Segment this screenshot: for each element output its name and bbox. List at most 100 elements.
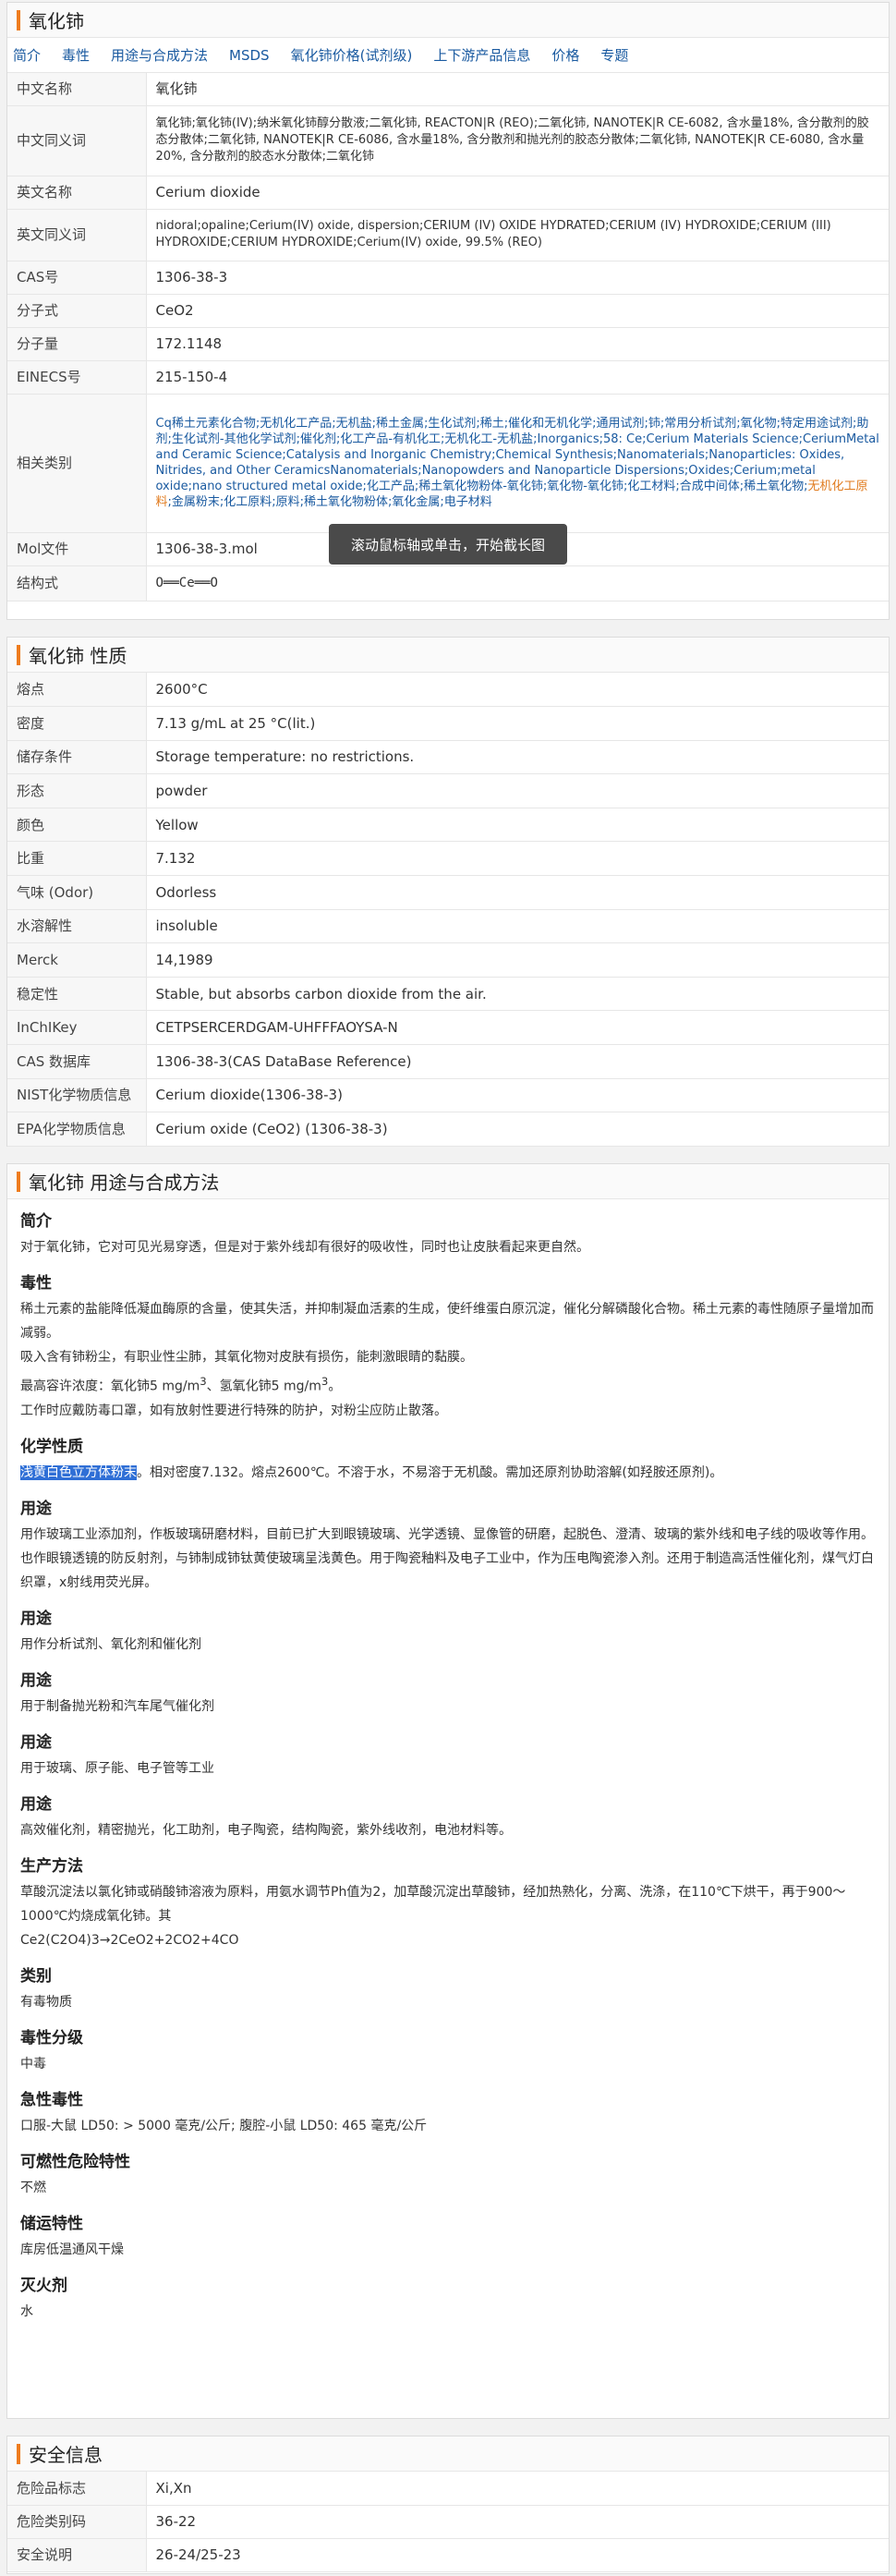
table-row: 稳定性 Stable, but absorbs carbon dioxide fr…: [7, 977, 889, 1012]
row-value: 2600°C: [146, 673, 889, 708]
row-key: 熔点: [7, 673, 147, 708]
properties-section: 氧化铈 性质 熔点 2600°C 密度 7.13 g/mL at 25 °C(lit…: [6, 637, 890, 1147]
section-title: 氧化铈: [29, 10, 84, 32]
nav-price-reagent[interactable]: 氧化铈价格(试剂级): [291, 45, 413, 65]
section-accent-bar: [17, 2443, 20, 2464]
use-text: 用作分析试剂、氧化剂和催化剂: [20, 1636, 201, 1652]
table-row: CAS 数据库 1306-38-3(CAS DataBase Reference): [7, 1044, 889, 1079]
row-key: EINECS号: [7, 360, 147, 395]
row-value: powder: [146, 773, 889, 808]
section-header: 安全信息: [7, 2436, 889, 2472]
table-row: 分子式 CeO2: [7, 294, 889, 328]
table-row: 比重 7.132: [7, 841, 889, 877]
row-value: 1306-38-3: [146, 261, 889, 295]
safety-code-link[interactable]: 26-24/25-23: [146, 2538, 889, 2572]
row-key: InChIKey: [7, 1010, 147, 1046]
nav-topics[interactable]: 专题: [600, 45, 628, 65]
table-row: 分子量 172.1148: [7, 327, 889, 361]
extinguisher-text: 水: [20, 2303, 33, 2319]
screenshot-tooltip: 滚动鼠标轴或单击，开始截长图: [329, 524, 567, 565]
intro-heading: 简介: [20, 1212, 52, 1231]
table-row: 水溶解性 insoluble: [7, 909, 889, 944]
row-key: 英文名称: [7, 176, 147, 210]
section-accent-bar: [17, 1171, 20, 1192]
acute-toxicity-text: 口服-大鼠 LD50: > 5000 毫克/公斤; 腹腔-小鼠 LD50: 46…: [20, 2118, 428, 2133]
intro-text: 对于氧化铈，它对可见光易穿透，但是对于紫外线却有很好的吸收性，同时也让皮肤看起来…: [20, 1240, 589, 1255]
nav-msds[interactable]: MSDS: [229, 47, 270, 64]
acute-toxicity-heading: 急性毒性: [20, 2090, 83, 2109]
row-key: 储存条件: [7, 740, 147, 775]
row-value: CeO2: [146, 294, 889, 328]
use-heading: 用途: [20, 1499, 52, 1518]
row-key: 危险类别码: [7, 2505, 147, 2539]
table-row: 结构式 O══Ce══O: [7, 565, 889, 601]
table-row: 储存条件 Storage temperature: no restrictions…: [7, 740, 889, 775]
row-key: 安全说明: [7, 2538, 147, 2572]
section-title: 氧化铈 性质: [29, 645, 127, 667]
hazard-symbol-link[interactable]: Xi,Xn: [146, 2472, 889, 2506]
epa-link[interactable]: Cerium oxide (CeO2) (1306-38-3): [146, 1112, 889, 1147]
toxicity-text: 工作时应戴防毒口罩，如有放射性要进行特殊的防护，对粉尘应防止散落。: [20, 1403, 447, 1418]
basic-info-table: 中文名称 氧化铈 中文同义词 氧化铈;氧化铈(IV);纳米氧化铈醇分散液;二氧化…: [7, 73, 889, 601]
row-key: 气味 (Odor): [7, 875, 147, 910]
row-value: nidoral;opaline;Cerium(IV) oxide, disper…: [146, 209, 889, 261]
safety-table: 危险品标志 Xi,Xn 危险类别码 36-22 安全说明 26-24/25-23: [7, 2472, 889, 2572]
table-row: 中文名称 氧化铈: [7, 73, 889, 106]
toxicity-grade-text: 中毒: [20, 2056, 46, 2072]
use-text: 用于制备抛光粉和汽车尾气催化剂: [20, 1698, 214, 1714]
limit-text: 。: [328, 1379, 342, 1394]
row-value: 7.13 g/mL at 25 °C(lit.): [146, 706, 889, 741]
use-heading: 用途: [20, 1671, 52, 1690]
row-value: Yellow: [146, 808, 889, 843]
row-key: Mol文件: [7, 532, 147, 566]
cas-database-link[interactable]: 1306-38-3(CAS DataBase Reference): [146, 1044, 889, 1079]
limit-text: 最高容许浓度：氧化铈5 mg/m: [20, 1379, 200, 1394]
nav-price[interactable]: 价格: [551, 45, 579, 65]
use-text: 高效催化剂，精密抛光，化工助剂，电子陶瓷，结构陶瓷，紫外线收剂，电池材料等。: [20, 1822, 512, 1838]
category-heading: 类别: [20, 1966, 52, 1986]
nist-link[interactable]: Cerium dioxide(1306-38-3): [146, 1078, 889, 1113]
table-row: 密度 7.13 g/mL at 25 °C(lit.): [7, 706, 889, 741]
chem-property-rest: 。相对密度7.132。熔点2600℃。不溶于水，不易溶于无机酸。需加还原剂协助溶…: [137, 1464, 723, 1480]
uses-section: 氧化铈 用途与合成方法 简介 对于氧化铈，它对可见光易穿透，但是对于紫外线却有很…: [6, 1163, 890, 2419]
table-row: 熔点 2600°C: [7, 673, 889, 708]
table-row: 危险类别码 36-22: [7, 2505, 889, 2539]
row-value: 14,1989: [146, 942, 889, 978]
category-links-tail[interactable]: ;金属粉末;化工原料;原料;稀土氧化物粉体;氧化金属;电子材料: [168, 495, 492, 509]
section-accent-bar: [17, 9, 20, 30]
row-key: 密度: [7, 706, 147, 741]
production-heading: 生产方法: [20, 1856, 83, 1876]
row-value: Cerium dioxide: [146, 176, 889, 210]
toxicity-text: 稀土元素的盐能降低凝血酶原的含量，使其失活，并抑制凝血活素的生成，使纤维蛋白原沉…: [20, 1302, 874, 1341]
section-accent-bar: [17, 644, 20, 665]
table-row: 危险品标志 Xi,Xn: [7, 2472, 889, 2506]
row-key: 形态: [7, 773, 147, 808]
flammability-text: 不燃: [20, 2180, 46, 2195]
risk-code-link[interactable]: 36-22: [146, 2505, 889, 2539]
chem-property-heading: 化学性质: [20, 1437, 83, 1456]
row-value: CETPSERCERDGAM-UHFFFAOYSA-N: [146, 1010, 889, 1046]
row-value: 氧化铈;氧化铈(IV);纳米氧化铈醇分散液;二氧化铈, REACTON|R (R…: [146, 105, 889, 176]
table-row: Merck 14,1989: [7, 942, 889, 978]
table-row: 英文同义词 nidoral;opaline;Cerium(IV) oxide, …: [7, 209, 889, 261]
category-links[interactable]: Cq稀土元素化合物;无机化工产品;无机盐;稀土金属;生化试剂;稀土;催化和无机化…: [156, 417, 879, 493]
row-key: 水溶解性: [7, 909, 147, 944]
row-value: Odorless: [146, 875, 889, 910]
toxicity-text: 吸入含有铈粉尘，有职业性尘肺，其氧化物对皮肤有损伤，能刺激眼睛的黏膜。: [20, 1350, 473, 1365]
row-key: 分子式: [7, 294, 147, 328]
row-key: EPA化学物质信息: [7, 1112, 147, 1147]
row-value: 7.132: [146, 841, 889, 877]
section-nav: 简介 毒性 用途与合成方法 MSDS 氧化铈价格(试剂级) 上下游产品信息 价格…: [7, 38, 889, 73]
section-title: 氧化铈 用途与合成方法: [29, 1172, 220, 1194]
nav-toxicity[interactable]: 毒性: [62, 45, 90, 65]
nav-intro[interactable]: 简介: [13, 45, 41, 65]
table-row: 英文名称 Cerium dioxide: [7, 176, 889, 210]
use-heading: 用途: [20, 1732, 52, 1752]
table-row: InChIKey CETPSERCERDGAM-UHFFFAOYSA-N: [7, 1010, 889, 1046]
row-key: 稳定性: [7, 977, 147, 1012]
chinese-name-link[interactable]: 氧化铈: [146, 73, 889, 106]
nav-updown-products[interactable]: 上下游产品信息: [433, 45, 530, 65]
flammability-heading: 可燃性危险特性: [20, 2152, 130, 2171]
safety-section: 安全信息 危险品标志 Xi,Xn 危险类别码 36-22 安全说明 26-24/25-…: [6, 2436, 890, 2574]
nav-uses[interactable]: 用途与合成方法: [111, 45, 208, 65]
